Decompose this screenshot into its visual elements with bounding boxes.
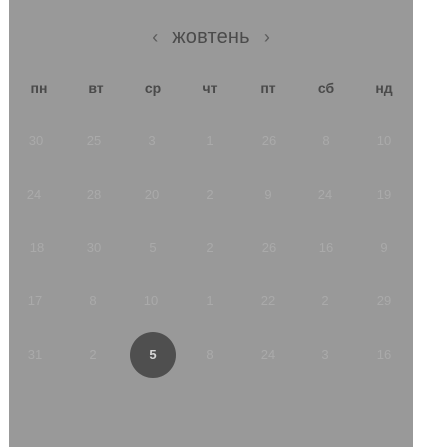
weekday-label: пн	[30, 80, 48, 96]
weekday-label: нд	[375, 80, 393, 96]
weekday-label: вт	[88, 80, 104, 96]
calendar-day[interactable]: 16	[301, 237, 351, 259]
next-month-button[interactable]: ›	[264, 28, 270, 46]
calendar-day[interactable]: 2	[185, 184, 235, 206]
calendar-day[interactable]: 18	[12, 237, 62, 259]
calendar-day[interactable]: 9	[243, 184, 293, 206]
weekday-label: сб	[317, 80, 335, 96]
calendar-day[interactable]: 5	[128, 237, 178, 259]
calendar-day[interactable]: 10	[359, 130, 409, 152]
weekday-label: чт	[202, 80, 218, 96]
calendar-day[interactable]: 25	[69, 130, 119, 152]
calendar-day[interactable]: 2	[300, 290, 350, 312]
calendar-day[interactable]: 24	[9, 184, 59, 206]
calendar-day[interactable]: 8	[301, 130, 351, 152]
calendar-day[interactable]: 19	[359, 184, 409, 206]
calendar-day[interactable]: 3	[300, 344, 350, 366]
calendar-day[interactable]: 1	[185, 130, 235, 152]
calendar-day[interactable]: 9	[359, 237, 409, 259]
weekday-header-row: пн вт ср чт пт сб нд	[9, 80, 413, 102]
calendar-day[interactable]: 29	[359, 290, 409, 312]
calendar-day[interactable]: 17	[10, 290, 60, 312]
calendar-day[interactable]: 26	[244, 130, 294, 152]
month-title: жовтень	[172, 25, 250, 48]
calendar-day-selected[interactable]: 5	[130, 332, 176, 378]
calendar-day[interactable]: 16	[359, 344, 409, 366]
calendar-day[interactable]: 22	[243, 290, 293, 312]
prev-month-button[interactable]: ‹	[152, 28, 158, 46]
calendar-day[interactable]: 2	[68, 344, 118, 366]
calendar-day[interactable]: 20	[127, 184, 177, 206]
weekday-label: пт	[260, 80, 276, 96]
calendar-grid: 30 25 3 1 26 8 10 24 28 20 2 9 24 19 18 …	[9, 130, 413, 380]
calendar-day[interactable]: 30	[11, 130, 61, 152]
weekday-label: ср	[144, 80, 162, 96]
calendar-day[interactable]: 8	[185, 344, 235, 366]
calendar-day[interactable]: 3	[127, 130, 177, 152]
calendar-day[interactable]: 28	[69, 184, 119, 206]
calendar-day[interactable]: 30	[69, 237, 119, 259]
calendar-header: ‹ жовтень ›	[9, 22, 413, 52]
calendar-panel: ‹ жовтень › пн вт ср чт пт сб нд 30 25 3…	[9, 0, 413, 447]
calendar-day[interactable]: 1	[185, 290, 235, 312]
calendar-day[interactable]: 24	[243, 344, 293, 366]
calendar-day[interactable]: 10	[126, 290, 176, 312]
calendar-day[interactable]: 31	[10, 344, 60, 366]
calendar-day[interactable]: 26	[244, 237, 294, 259]
calendar-day[interactable]: 24	[300, 184, 350, 206]
calendar-day[interactable]: 2	[185, 237, 235, 259]
calendar-day[interactable]: 8	[68, 290, 118, 312]
